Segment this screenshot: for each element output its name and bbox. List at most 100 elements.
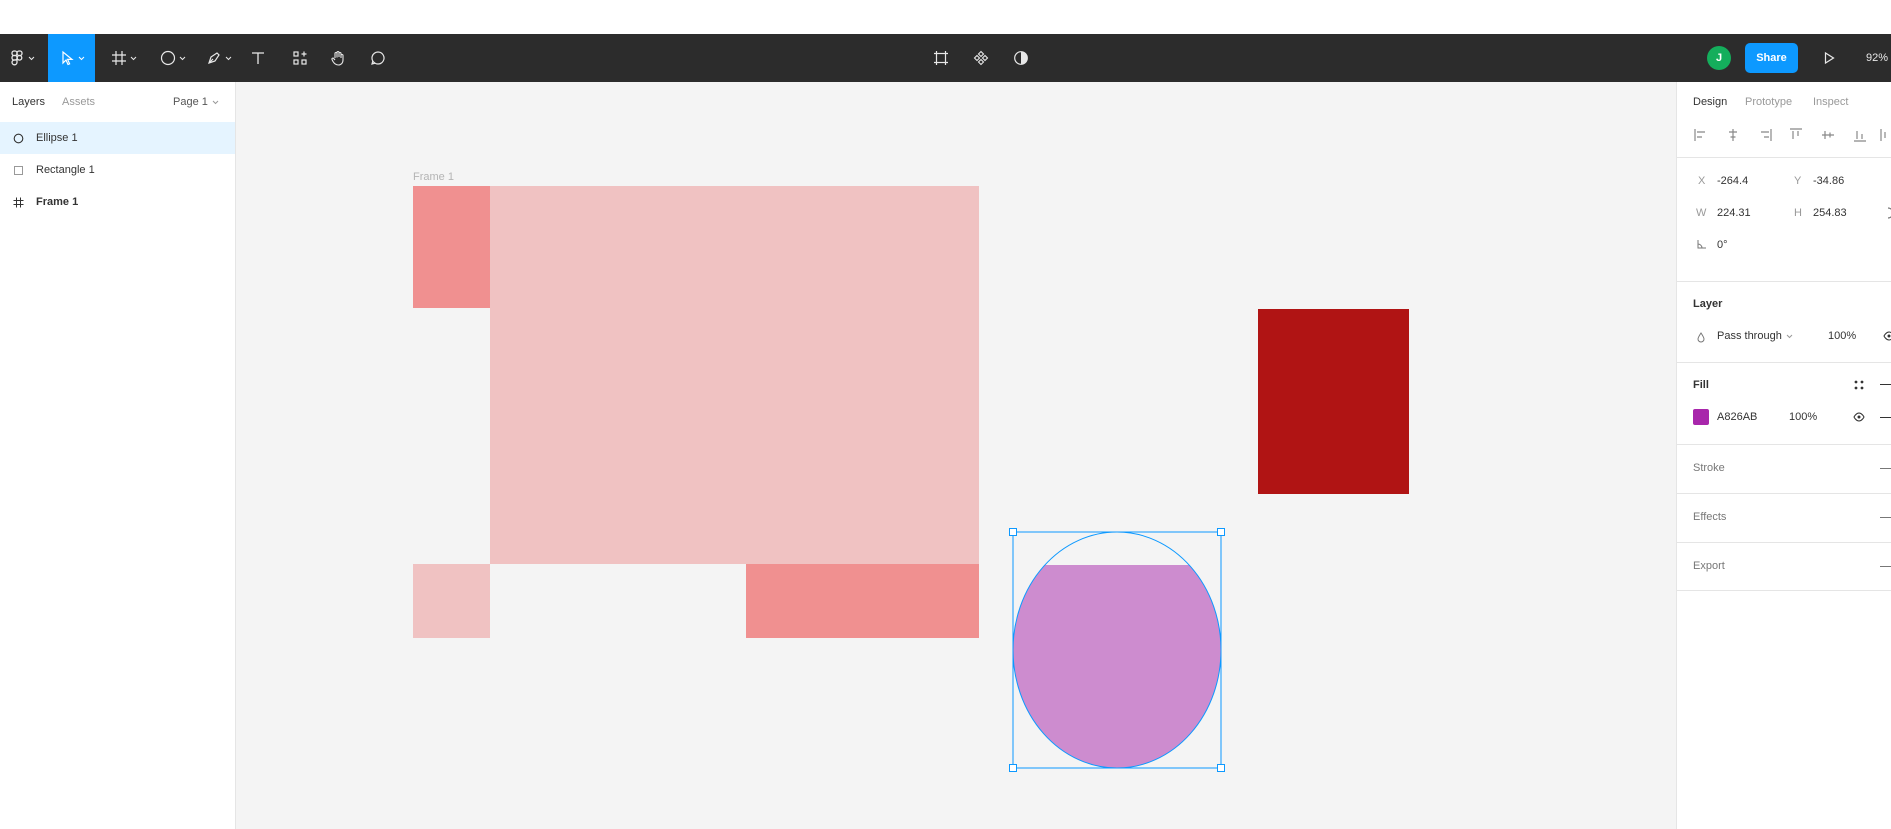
layer-name: Ellipse 1: [36, 132, 78, 144]
align-vertical-center-icon[interactable]: [1820, 127, 1836, 143]
x-input[interactable]: -264.4: [1717, 175, 1748, 187]
eye-icon[interactable]: [1883, 331, 1891, 341]
pink-rect-bottom-left[interactable]: [413, 564, 490, 638]
tab-design[interactable]: Design: [1693, 96, 1727, 108]
y-label: Y: [1794, 175, 1802, 187]
export-section: Export: [1677, 542, 1891, 591]
move-tool[interactable]: [48, 34, 95, 82]
mask-button[interactable]: [1009, 34, 1033, 82]
align-right-icon[interactable]: [1757, 127, 1773, 143]
height-input[interactable]: 254.83: [1813, 207, 1847, 219]
chevron-down-icon: [28, 56, 35, 60]
chevron-down-icon: [179, 56, 186, 60]
large-pink-rect[interactable]: [490, 186, 979, 564]
page-selector[interactable]: Page 1: [173, 96, 219, 108]
align-horizontal-center-icon[interactable]: [1725, 127, 1741, 143]
tab-assets[interactable]: Assets: [62, 96, 95, 108]
salmon-rect-top-left[interactable]: [413, 186, 490, 308]
align-left-icon[interactable]: [1693, 127, 1709, 143]
chevron-down-icon: [1786, 334, 1793, 338]
text-icon: [252, 52, 264, 64]
main-menu-button[interactable]: [0, 34, 44, 82]
layer-row-ellipse[interactable]: Ellipse 1: [0, 122, 235, 154]
stroke-section: Stroke: [1677, 444, 1891, 493]
blend-drop-icon: [1697, 332, 1705, 343]
layer-name: Rectangle 1: [36, 164, 95, 176]
pen-tool[interactable]: [202, 34, 236, 82]
share-button[interactable]: Share: [1745, 43, 1798, 73]
page-label: Page 1: [173, 96, 208, 108]
user-avatar[interactable]: J: [1707, 46, 1731, 70]
effects-section: Effects: [1677, 493, 1891, 542]
rotation-icon: [1697, 240, 1706, 249]
constrain-proportions-icon[interactable]: [1882, 206, 1891, 220]
align-bottom-icon[interactable]: [1852, 127, 1868, 143]
rectangle-icon: [0, 165, 36, 176]
text-tool[interactable]: [246, 34, 270, 82]
layer-name: Frame 1: [36, 196, 79, 208]
resize-handle-top-right[interactable]: [1217, 528, 1225, 536]
hand-tool[interactable]: [326, 34, 350, 82]
fill-hex-input[interactable]: A826AB: [1717, 411, 1757, 423]
layer-row-frame[interactable]: Frame 1: [0, 186, 235, 218]
position-section: X -264.4 Y -34.86 W 224.31 H 254.83 0°: [1677, 157, 1891, 281]
create-component-button[interactable]: [969, 34, 993, 82]
resize-handle-bottom-right[interactable]: [1217, 764, 1225, 772]
effects-section-title[interactable]: Effects: [1693, 511, 1726, 523]
component-set-button[interactable]: [929, 34, 953, 82]
rectangle-1[interactable]: [1258, 309, 1409, 494]
layer-section: Layer Pass through 100%: [1677, 281, 1891, 362]
frame-1[interactable]: [413, 186, 979, 638]
stroke-section-title[interactable]: Stroke: [1693, 462, 1725, 474]
align-top-icon[interactable]: [1788, 127, 1804, 143]
export-section-title[interactable]: Export: [1693, 560, 1725, 572]
ellipse-fill: [1013, 565, 1221, 768]
tab-prototype[interactable]: Prototype: [1745, 96, 1792, 108]
rotation-input[interactable]: 0°: [1717, 239, 1728, 251]
add-export-icon[interactable]: [1880, 566, 1891, 567]
remove-fill-row-icon[interactable]: [1880, 417, 1891, 418]
shape-tool[interactable]: [153, 34, 193, 82]
tab-layers[interactable]: Layers: [12, 96, 45, 108]
blend-mode-dropdown[interactable]: Pass through: [1717, 330, 1793, 342]
frame-label[interactable]: Frame 1: [413, 171, 454, 183]
fill-section: Fill A826AB 100%: [1677, 362, 1891, 444]
chevron-down-icon: [225, 56, 232, 60]
ellipse-1[interactable]: [1009, 528, 1225, 772]
cursor-icon: [61, 50, 74, 66]
style-grid-icon[interactable]: [1853, 379, 1865, 391]
blend-mode-value: Pass through: [1717, 330, 1782, 342]
frame-tool[interactable]: [104, 34, 144, 82]
y-input[interactable]: -34.86: [1813, 175, 1844, 187]
figma-app: J Share 92% Layers Assets Page 1 Ellipse…: [0, 0, 1891, 829]
component-icon: [973, 50, 989, 66]
layer-opacity-input[interactable]: 100%: [1828, 330, 1856, 342]
right-panel: Design Prototype Inspect X -264.4 Y -34.…: [1676, 82, 1891, 829]
distribute-icon[interactable]: [1879, 127, 1891, 143]
tab-inspect[interactable]: Inspect: [1813, 96, 1848, 108]
resources-tool[interactable]: [288, 34, 312, 82]
fill-opacity-input[interactable]: 100%: [1789, 411, 1817, 423]
top-toolbar: J Share 92%: [0, 34, 1891, 82]
crop-frame-icon: [934, 51, 948, 65]
ellipse-icon: [0, 133, 36, 144]
canvas[interactable]: Frame 1: [236, 82, 1676, 829]
add-effect-icon[interactable]: [1880, 517, 1891, 518]
add-stroke-icon[interactable]: [1880, 468, 1891, 469]
present-button[interactable]: [1817, 34, 1841, 82]
comment-tool[interactable]: [366, 34, 390, 82]
eye-icon[interactable]: [1853, 412, 1865, 422]
h-label: H: [1794, 207, 1802, 219]
frame-icon: [0, 197, 36, 208]
resize-handle-bottom-left[interactable]: [1009, 764, 1017, 772]
fill-section-title: Fill: [1693, 379, 1709, 391]
fill-color-swatch[interactable]: [1693, 409, 1709, 425]
play-icon: [1824, 51, 1835, 65]
zoom-level[interactable]: 92%: [1866, 34, 1888, 82]
layer-row-rectangle[interactable]: Rectangle 1: [0, 154, 235, 186]
salmon-rect-bottom-right[interactable]: [746, 564, 979, 638]
remove-fill-icon[interactable]: [1880, 384, 1891, 385]
comment-icon: [371, 51, 385, 65]
resize-handle-top-left[interactable]: [1009, 528, 1017, 536]
width-input[interactable]: 224.31: [1717, 207, 1751, 219]
